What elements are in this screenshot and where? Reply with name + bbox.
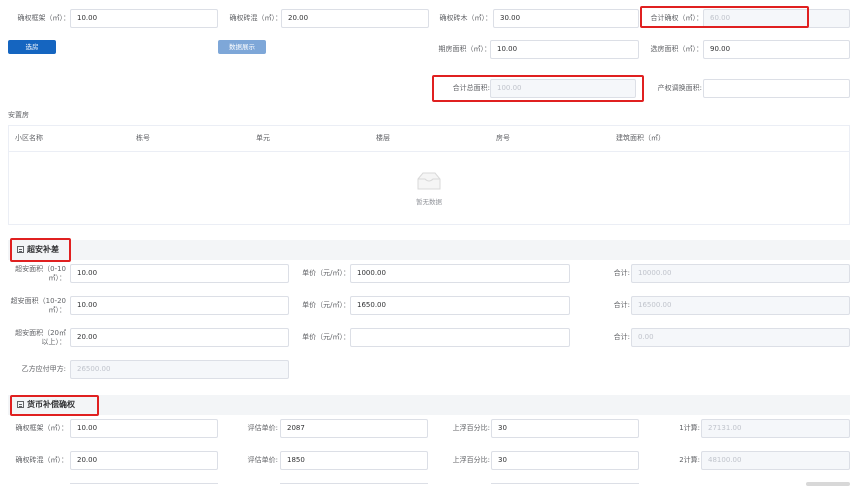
- highlight-total-area: [432, 75, 644, 102]
- next-row-input-edge: [70, 483, 218, 487]
- excess-row2-price-label: 单价（元/㎡）：: [302, 301, 350, 309]
- monetary-frame-calc-input[interactable]: 27131.00: [701, 419, 850, 438]
- future-house-area-input[interactable]: 10.00: [490, 40, 639, 59]
- monetary-brick-area-input[interactable]: 20.00: [70, 451, 218, 470]
- excess-section-bar: [8, 240, 850, 260]
- excess-total-0-10-input[interactable]: 10000.00: [631, 264, 850, 283]
- monetary-brick-pct-input[interactable]: 30: [491, 451, 639, 470]
- excess-total-20plus-input[interactable]: 0.00: [631, 328, 850, 347]
- brick-concrete-area-input[interactable]: 20.00: [281, 9, 429, 28]
- select-house-button[interactable]: 选房: [8, 40, 56, 54]
- monetary-brick-calc-input[interactable]: 48100.00: [701, 451, 850, 470]
- exchange-area-input[interactable]: [703, 79, 850, 98]
- excess-price-0-10-input[interactable]: 1000.00: [350, 264, 570, 283]
- scroll-handle[interactable]: [806, 482, 850, 486]
- col-floor-area: 建筑面积（㎡）: [616, 134, 665, 142]
- excess-row3-total-label: 合计:: [613, 333, 630, 341]
- data-display-button[interactable]: 数据展示: [218, 40, 266, 54]
- next-row-input-edge: [491, 483, 639, 487]
- excess-area-10-20-input[interactable]: 10.00: [70, 296, 289, 315]
- highlight-total-confirmed: [640, 6, 809, 28]
- next-row-input-edge: [280, 483, 428, 487]
- excess-row2-total-label: 合计:: [613, 301, 630, 309]
- col-unit: 单元: [256, 134, 270, 142]
- highlight-monetary-title: [10, 395, 99, 416]
- monetary-row1-price-label: 评估单价:: [247, 424, 278, 432]
- label-frame-area: 确权框架（㎡）：: [17, 14, 71, 22]
- excess-row1-label: 超安面积（0-10 ㎡）：: [15, 265, 66, 282]
- excess-price-10-20-input[interactable]: 1650.00: [350, 296, 570, 315]
- label-exchange-area: 产权调换面积:: [657, 84, 702, 92]
- monetary-frame-area-input[interactable]: 10.00: [70, 419, 218, 438]
- excess-row3-label: 超安面积（20㎡ 以上）：: [15, 329, 66, 346]
- selected-house-area-input[interactable]: 90.00: [703, 40, 850, 59]
- col-floor: 楼层: [376, 134, 390, 142]
- table-header-row: [9, 126, 849, 152]
- highlight-excess-title: [10, 238, 71, 262]
- excess-area-0-10-input[interactable]: 10.00: [70, 264, 289, 283]
- brick-wood-area-input[interactable]: 30.00: [493, 9, 639, 28]
- payable-label: 乙方应付甲方:: [21, 365, 66, 373]
- excess-price-20plus-input[interactable]: [350, 328, 570, 347]
- excess-row3-price-label: 单价（元/㎡）：: [302, 333, 350, 341]
- label-future-house-area: 期房面积（㎡）：: [438, 45, 492, 53]
- frame-area-input[interactable]: 10.00: [70, 9, 218, 28]
- excess-area-20plus-input[interactable]: 20.00: [70, 328, 289, 347]
- col-community-name: 小区名称: [15, 134, 43, 142]
- payable-input[interactable]: 26500.00: [70, 360, 289, 379]
- monetary-row1-label: 确权框架（㎡）：: [15, 424, 69, 432]
- empty-box-icon: [417, 172, 441, 190]
- resettle-section-title: 安置房: [8, 111, 29, 119]
- monetary-frame-pct-input[interactable]: 30: [491, 419, 639, 438]
- empty-text: 暂无数据: [416, 198, 442, 206]
- monetary-section-bar: [8, 395, 850, 415]
- label-brick-wood-area: 确权砖木（㎡）：: [439, 14, 493, 22]
- excess-row2-label: 超安面积（10-20 ㎡）：: [10, 297, 66, 314]
- excess-row1-total-label: 合计:: [613, 269, 630, 277]
- monetary-row2-calc-label: 2计算:: [679, 456, 700, 464]
- monetary-row1-calc-label: 1计算:: [679, 424, 700, 432]
- label-selected-house-area: 选房面积（㎡）：: [650, 45, 704, 53]
- col-room-no: 房号: [496, 134, 510, 142]
- monetary-brick-price-input[interactable]: 1850: [280, 451, 428, 470]
- monetary-frame-price-input[interactable]: 2087: [280, 419, 428, 438]
- col-building-no: 栋号: [136, 134, 150, 142]
- excess-row1-price-label: 单价（元/㎡）：: [302, 269, 350, 277]
- monetary-row2-label: 确权砖混（㎡）：: [15, 456, 69, 464]
- monetary-row2-price-label: 评估单价:: [247, 456, 278, 464]
- label-brick-concrete-area: 确权砖混（㎡）：: [229, 14, 283, 22]
- monetary-row1-pct-label: 上浮百分比:: [452, 424, 490, 432]
- monetary-row2-pct-label: 上浮百分比:: [452, 456, 490, 464]
- excess-total-10-20-input[interactable]: 16500.00: [631, 296, 850, 315]
